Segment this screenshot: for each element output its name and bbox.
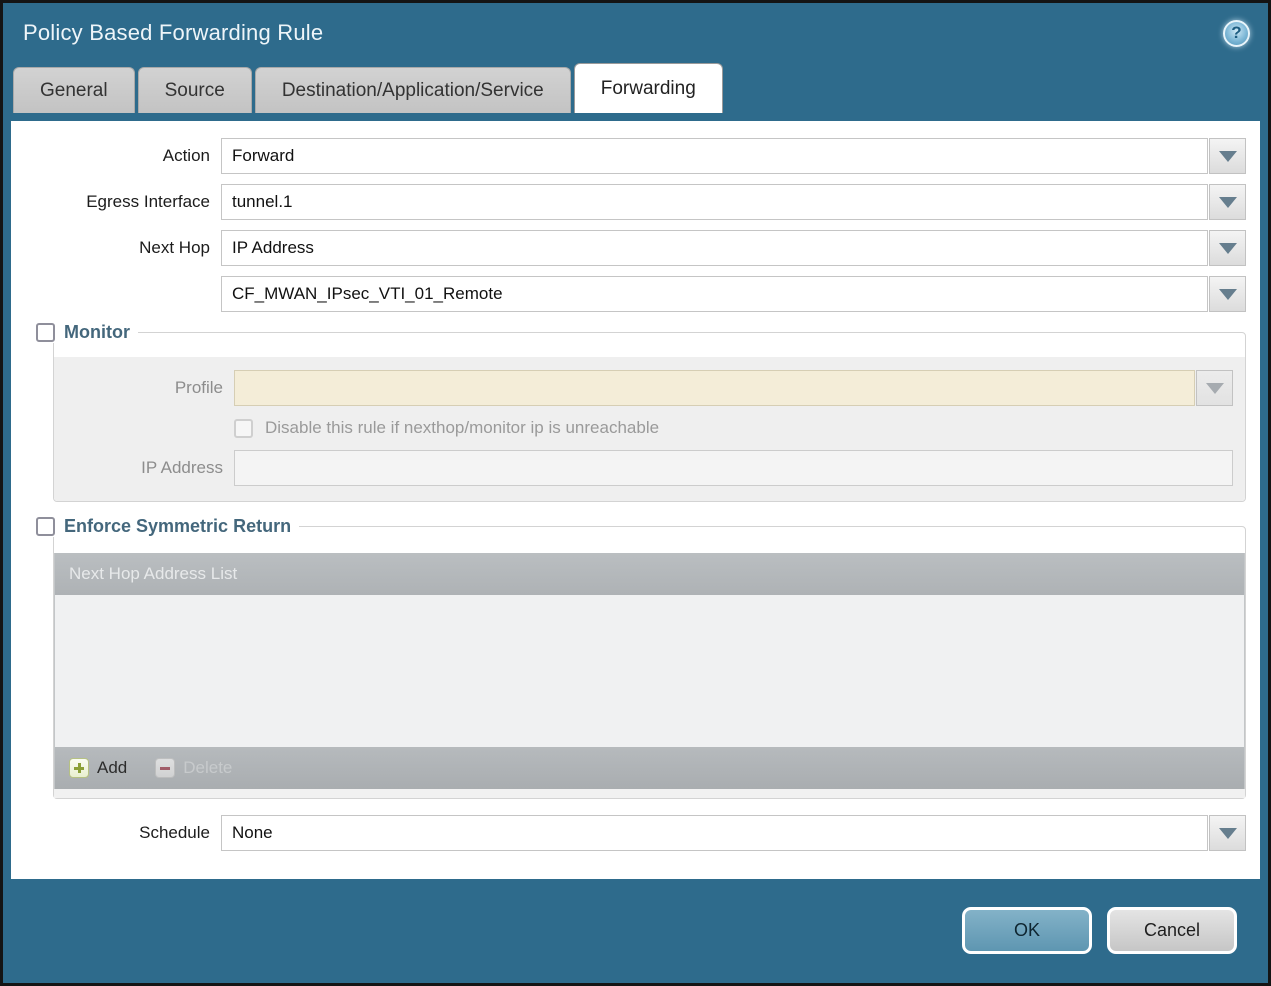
plus-icon (69, 758, 89, 778)
disable-rule-checkbox (234, 418, 253, 438)
chevron-down-icon (1218, 196, 1237, 208)
monitor-checkbox[interactable] (36, 323, 55, 342)
schedule-dropdown-button[interactable] (1209, 815, 1246, 851)
next-hop-address-list-table: Next Hop Address List Add Delete (54, 553, 1245, 789)
monitor-section: Monitor Profile Disable this rule if nex… (36, 322, 1246, 502)
tab-forwarding[interactable]: Forwarding (573, 63, 723, 113)
next-hop-address-list-header: Next Hop Address List (55, 553, 1244, 595)
chevron-down-icon (1218, 288, 1237, 300)
tab-destination-application-service[interactable]: Destination/Application/Service (254, 67, 571, 113)
symmetric-return-legend: Enforce Symmetric Return (36, 516, 299, 537)
monitor-profile-row: Profile (66, 370, 1233, 406)
monitor-ip-address-row: IP Address (66, 450, 1233, 486)
add-button[interactable]: Add (69, 758, 127, 778)
next-hop-address-dropdown-button[interactable] (1209, 276, 1246, 312)
monitor-profile-dropdown-button (1196, 370, 1233, 406)
dialog-footer: OK Cancel (3, 879, 1268, 983)
next-hop-address-list-toolbar: Add Delete (55, 747, 1244, 789)
action-select[interactable]: Forward (221, 138, 1208, 174)
next-hop-address-row: CF_MWAN_IPsec_VTI_01_Remote (25, 276, 1246, 312)
monitor-disable-rule-row: Disable this rule if nexthop/monitor ip … (66, 418, 1233, 438)
monitor-legend: Monitor (36, 322, 138, 343)
chevron-down-icon (1205, 382, 1224, 394)
symmetric-return-checkbox[interactable] (36, 517, 55, 536)
ok-button[interactable]: OK (962, 907, 1092, 954)
next-hop-row: Next Hop IP Address (25, 230, 1246, 266)
help-icon[interactable]: ? (1223, 19, 1250, 47)
next-hop-type-dropdown-button[interactable] (1209, 230, 1246, 266)
egress-interface-select[interactable]: tunnel.1 (221, 184, 1208, 220)
pbf-rule-dialog: Policy Based Forwarding Rule ? General S… (0, 0, 1271, 986)
symmetric-return-section: Enforce Symmetric Return Next Hop Addres… (36, 516, 1246, 799)
action-row: Action Forward (25, 138, 1246, 174)
tab-general[interactable]: General (13, 67, 135, 113)
egress-interface-dropdown-button[interactable] (1209, 184, 1246, 220)
tab-bar: General Source Destination/Application/S… (3, 63, 1268, 113)
tab-content-forwarding: Action Forward Egress Interface tunnel.1… (11, 121, 1260, 879)
schedule-select[interactable]: None (221, 815, 1208, 851)
action-dropdown-button[interactable] (1209, 138, 1246, 174)
dialog-titlebar: Policy Based Forwarding Rule ? (3, 3, 1268, 63)
next-hop-address-select[interactable]: CF_MWAN_IPsec_VTI_01_Remote (221, 276, 1208, 312)
schedule-label: Schedule (139, 823, 210, 842)
chevron-down-icon (1218, 150, 1237, 162)
next-hop-type-select[interactable]: IP Address (221, 230, 1208, 266)
monitor-profile-select (234, 370, 1195, 406)
egress-interface-label: Egress Interface (86, 192, 210, 211)
disable-rule-label: Disable this rule if nexthop/monitor ip … (265, 418, 660, 437)
minus-icon (155, 758, 176, 778)
delete-button: Delete (155, 758, 232, 778)
monitor-legend-label: Monitor (64, 322, 130, 342)
next-hop-address-list-body[interactable] (55, 595, 1244, 747)
egress-interface-row: Egress Interface tunnel.1 (25, 184, 1246, 220)
cancel-button[interactable]: Cancel (1107, 907, 1237, 954)
chevron-down-icon (1218, 827, 1237, 839)
symmetric-return-legend-label: Enforce Symmetric Return (64, 516, 292, 536)
action-label: Action (162, 146, 210, 165)
add-button-label: Add (97, 758, 128, 777)
delete-button-label: Delete (183, 758, 233, 777)
tab-source[interactable]: Source (137, 67, 252, 113)
dialog-title: Policy Based Forwarding Rule (23, 20, 324, 45)
monitor-ip-address-label: IP Address (141, 458, 223, 477)
schedule-row: Schedule None (25, 815, 1246, 851)
chevron-down-icon (1218, 242, 1237, 254)
next-hop-label: Next Hop (139, 238, 210, 257)
monitor-profile-label: Profile (174, 378, 223, 397)
monitor-panel: Profile Disable this rule if nexthop/mon… (54, 357, 1245, 501)
table-bottom-strip (54, 789, 1245, 798)
monitor-ip-address-input (234, 450, 1233, 486)
